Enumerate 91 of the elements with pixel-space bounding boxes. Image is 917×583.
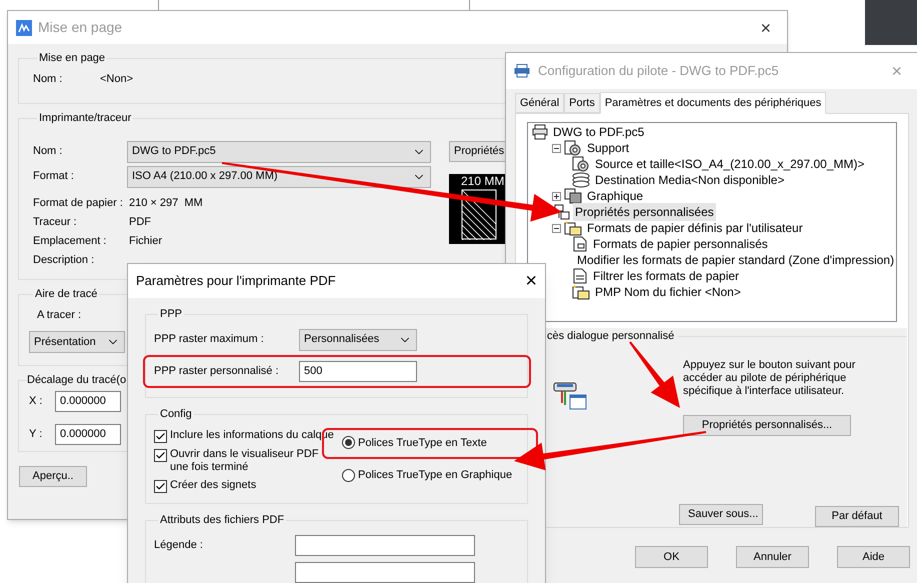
radio-label: Polices TrueType en Graphique [358,468,512,483]
checkbox[interactable] [154,448,167,462]
tree-item[interactable]: Formats de papier personnalisés [591,235,770,253]
group-label: Imprimante/traceur [38,111,132,126]
radio-label: Polices TrueType en Texte [358,436,487,450]
field-label: X : [29,394,44,409]
tree-item[interactable]: Filtrer les formats de papier [591,267,742,285]
field-value: PDF [129,214,151,230]
folder-icon [564,220,582,236]
custom-properties-button[interactable]: Propriétés personnalisés... [683,414,851,436]
field-label: Description : [33,252,96,268]
hatched-page-drawing [461,188,497,240]
field-value: <Non> [100,72,134,86]
radio-button[interactable] [342,468,355,482]
tree-item[interactable]: DWG to PDF.pc5 [551,123,646,141]
input-field[interactable]: 0.000000 [55,424,121,444]
field-label: A tracer : [37,308,82,322]
preview-button[interactable]: Aperçu.. [19,466,87,487]
plotter-icon [553,380,587,410]
window-title: Mise en page [38,18,122,37]
group-label: Aire de tracé [34,287,98,302]
dropdown[interactable]: Personnalisées [299,328,417,350]
collapse-icon[interactable] [552,224,561,232]
check-icon [155,430,166,442]
field-label: Traceur : [33,214,78,230]
tree-item[interactable]: Support [585,139,632,157]
field-value: 210 × 297 MM [129,196,203,211]
field-label: Légende : [154,538,204,553]
field-label: Format : [33,169,75,184]
default-button[interactable]: Par défaut [815,506,899,527]
expand-icon[interactable] [552,192,561,200]
group-label: PPP [159,307,184,322]
input-field[interactable] [295,562,475,582]
checkbox[interactable] [154,430,167,442]
window-title: Configuration du pilote - DWG to PDF.pc5 [538,62,779,80]
desktop-panel [865,0,917,45]
window-title: Paramètres pour l'imprimante PDF [136,272,336,290]
group-label: Attributs des fichiers PDF [159,513,286,528]
close-button[interactable]: × [525,271,537,291]
field-label: PPP raster maximum : [154,332,265,348]
description-text: Appuyez sur le bouton suivant pour accéder au pilote de périphérique spécifique à l'interface utilisateur. [683,358,856,398]
dimension-label: 210 MM [461,174,504,188]
document-icon [572,268,588,284]
stack-icon [572,172,590,188]
radio-button[interactable] [342,436,355,450]
dropdown[interactable]: ISO A4 (210.00 x 297.00 MM) [127,166,431,188]
printer-icon [514,64,530,78]
page-icon [572,236,588,252]
field-label: Emplacement : [33,234,108,249]
field-label: Y : [29,426,44,442]
field-label: PPP raster personnalisé : [154,364,280,379]
dropdown[interactable]: DWG to PDF.pc5 [127,140,431,162]
tree-item[interactable]: Modifier les formats de papier standard (Zone d'impression) [575,251,896,269]
group-label: cès dialogue personnalisé [547,329,676,344]
dialog-button[interactable]: Aide [837,546,910,568]
tab[interactable]: Ports [564,93,600,113]
tree-item[interactable]: Propriétés personnalisées [573,203,716,221]
tree-item[interactable]: Graphique [585,187,646,205]
app-icon [16,20,32,36]
close-button[interactable]: × [752,18,779,36]
tab[interactable]: Général [515,93,564,113]
group-label: Config [159,407,193,422]
input-field[interactable] [295,534,475,556]
gear-icon [564,140,582,156]
dropdown[interactable]: Présentation [29,331,125,353]
tree-item[interactable]: PMP Nom du fichier <Non> [593,283,743,301]
group-label: Mise en page [38,51,106,66]
graphics-icon [564,188,582,204]
collapse-icon[interactable] [552,144,561,152]
dialog-button[interactable]: OK [635,546,708,568]
check-icon [155,450,166,460]
checkbox-label: Ouvrir dans le visualiseur PDF une fois terminé [170,448,320,474]
dialog-button[interactable]: Annuler [736,546,809,568]
tree-item[interactable]: Destination Media<Non disponible> [593,171,786,189]
checkbox-label: Créer des signets [170,478,258,492]
input-field[interactable]: 0.000000 [55,390,121,412]
field-label: Nom : [33,144,64,160]
field-value: Fichier [129,234,162,249]
save-as-button[interactable]: Sauver sous... [679,504,763,525]
checkbox[interactable] [154,480,167,492]
field-label: Nom : [33,72,64,86]
tab[interactable]: Paramètres et documents des périphériques [600,92,826,114]
group-label: Décalage du tracé(o [27,373,126,388]
check-icon [155,480,166,492]
input-field[interactable]: 500 [299,360,417,382]
field-label: Format de papier : [33,196,124,211]
tree-item[interactable]: Formats de papier définis par l'utilisateur [585,219,805,237]
tree-item[interactable]: Source et taille<ISO_A4_(210.00_x_297.00_MM)> [593,155,867,173]
arrow [629,341,680,408]
folder-icon [572,284,590,300]
gear-icon [572,156,590,172]
